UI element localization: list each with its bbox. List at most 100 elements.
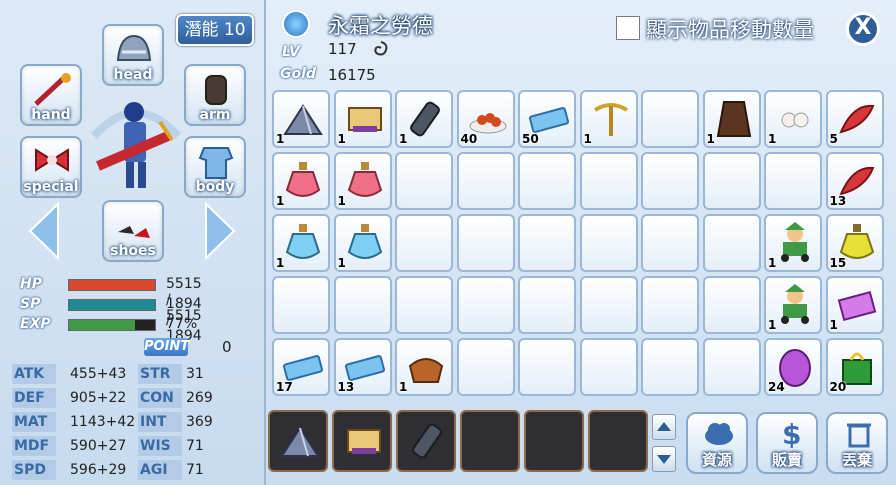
inventory-slot[interactable] bbox=[518, 276, 576, 334]
resource-button[interactable]: 資源 bbox=[686, 412, 748, 474]
inventory-slot[interactable]: 15 bbox=[825, 214, 884, 272]
inventory-slot[interactable] bbox=[395, 276, 453, 334]
inventory-slot[interactable]: 5 bbox=[825, 90, 884, 148]
next-arrow-icon[interactable] bbox=[200, 200, 240, 262]
equip-slot-special[interactable]: special bbox=[20, 136, 82, 198]
inventory-slot[interactable]: 13 bbox=[333, 338, 392, 396]
inventory-slot[interactable]: 1 bbox=[702, 90, 761, 148]
equip-slot-head[interactable]: head bbox=[102, 24, 164, 86]
equip-slot-body[interactable]: body bbox=[184, 136, 246, 198]
scroll-down-button[interactable] bbox=[652, 446, 676, 472]
inventory-slot[interactable]: 1 bbox=[333, 152, 392, 210]
hp-bar bbox=[68, 279, 156, 291]
swirl-icon bbox=[374, 41, 388, 56]
inventory-slot[interactable]: 1 bbox=[825, 276, 884, 334]
item-count: 50 bbox=[522, 132, 539, 146]
inventory-slot[interactable]: 13 bbox=[825, 152, 884, 210]
scroll-up-button[interactable] bbox=[652, 414, 676, 440]
inventory-slot[interactable]: 1 bbox=[333, 90, 392, 148]
helmet-icon bbox=[116, 34, 152, 61]
item-count: 1 bbox=[829, 318, 838, 332]
inventory-slot[interactable] bbox=[395, 152, 453, 210]
inventory-slot[interactable]: 1 bbox=[272, 214, 330, 272]
inventory-slot[interactable] bbox=[456, 152, 515, 210]
tent-icon bbox=[283, 104, 323, 135]
inventory-slot[interactable]: 1 bbox=[395, 338, 453, 396]
blue-potion-icon bbox=[347, 224, 382, 259]
resource-label: 資源 bbox=[701, 451, 732, 469]
close-button[interactable]: X bbox=[846, 12, 880, 46]
quick-slot[interactable] bbox=[588, 410, 648, 472]
quick-slot[interactable] bbox=[396, 410, 456, 472]
inventory-slot[interactable]: 1 bbox=[395, 90, 453, 148]
inventory-slot[interactable] bbox=[579, 276, 638, 334]
inventory-slot[interactable] bbox=[518, 338, 576, 396]
armor-icon bbox=[198, 147, 234, 179]
attribute-value: 590+27 bbox=[70, 438, 127, 454]
inventory-slot[interactable] bbox=[702, 152, 761, 210]
inventory-slot[interactable] bbox=[456, 276, 515, 334]
show-move-count-checkbox[interactable] bbox=[616, 16, 640, 40]
inventory-slot[interactable] bbox=[518, 214, 576, 272]
inventory-slot[interactable] bbox=[395, 214, 453, 272]
inventory-slot[interactable] bbox=[702, 338, 761, 396]
inventory-slot[interactable] bbox=[456, 214, 515, 272]
hp-bar-fill bbox=[69, 280, 155, 290]
inventory-slot[interactable] bbox=[702, 276, 761, 334]
exp-key: EXP bbox=[20, 316, 51, 332]
chevron-down-icon bbox=[657, 455, 671, 464]
inventory-slot[interactable]: 1 bbox=[333, 214, 392, 272]
saddle-icon bbox=[408, 358, 444, 383]
attribute-value: 596+29 bbox=[70, 462, 127, 478]
inventory-slot[interactable] bbox=[641, 338, 699, 396]
remote-icon bbox=[410, 101, 440, 137]
inventory-slot[interactable]: 40 bbox=[456, 90, 515, 148]
item-count: 1 bbox=[768, 256, 777, 270]
equip-slot-arm[interactable]: arm bbox=[184, 64, 246, 126]
inventory-slot[interactable] bbox=[272, 276, 330, 334]
inventory-slot[interactable] bbox=[702, 214, 761, 272]
discard-button[interactable]: 丟棄 bbox=[826, 412, 888, 474]
inventory-slot[interactable]: 1 bbox=[764, 214, 822, 272]
tent-icon bbox=[280, 426, 320, 457]
sell-button[interactable]: $ 販賣 bbox=[756, 412, 818, 474]
red-potion-icon bbox=[347, 162, 382, 197]
equip-slot-shoes[interactable]: shoes bbox=[102, 200, 164, 262]
quick-slot[interactable] bbox=[460, 410, 520, 472]
inventory-slot[interactable] bbox=[641, 90, 699, 148]
inventory-slot[interactable]: 50 bbox=[518, 90, 576, 148]
item-count: 24 bbox=[768, 380, 785, 394]
inventory-slot[interactable]: 17 bbox=[272, 338, 330, 396]
item-count: 1 bbox=[337, 194, 346, 208]
quick-slot[interactable] bbox=[268, 410, 328, 472]
potential-button[interactable]: 潛能 10 bbox=[176, 14, 254, 46]
equip-slot-hand[interactable]: hand bbox=[20, 64, 82, 126]
quick-slot[interactable] bbox=[524, 410, 584, 472]
inventory-slot[interactable] bbox=[641, 276, 699, 334]
exp-bar-fill bbox=[69, 320, 136, 330]
body-label: body bbox=[195, 179, 235, 195]
item-count: 1 bbox=[399, 380, 408, 394]
inventory-slot[interactable] bbox=[333, 276, 392, 334]
inventory-slot[interactable]: 1 bbox=[579, 90, 638, 148]
inventory-slot[interactable] bbox=[518, 152, 576, 210]
inventory-slot[interactable]: 1 bbox=[764, 90, 822, 148]
inventory-slot[interactable]: 20 bbox=[825, 338, 884, 396]
quick-slot[interactable] bbox=[332, 410, 392, 472]
inventory-slot[interactable] bbox=[456, 338, 515, 396]
inventory-slot[interactable] bbox=[579, 152, 638, 210]
inventory-slot[interactable] bbox=[641, 214, 699, 272]
inventory-slot[interactable]: 1 bbox=[272, 90, 330, 148]
inventory-slot[interactable]: 1 bbox=[764, 276, 822, 334]
inventory-slot[interactable]: 24 bbox=[764, 338, 822, 396]
shoes-label: shoes bbox=[110, 243, 156, 259]
character-avatar bbox=[91, 102, 181, 188]
inventory-slot[interactable] bbox=[579, 338, 638, 396]
sell-label: 販賣 bbox=[771, 451, 802, 469]
inventory-slot[interactable]: 1 bbox=[272, 152, 330, 210]
inventory-slot[interactable] bbox=[641, 152, 699, 210]
prev-arrow-icon[interactable] bbox=[24, 200, 64, 262]
inventory-slot[interactable] bbox=[579, 214, 638, 272]
svg-text:$: $ bbox=[782, 418, 801, 448]
inventory-slot[interactable] bbox=[764, 152, 822, 210]
